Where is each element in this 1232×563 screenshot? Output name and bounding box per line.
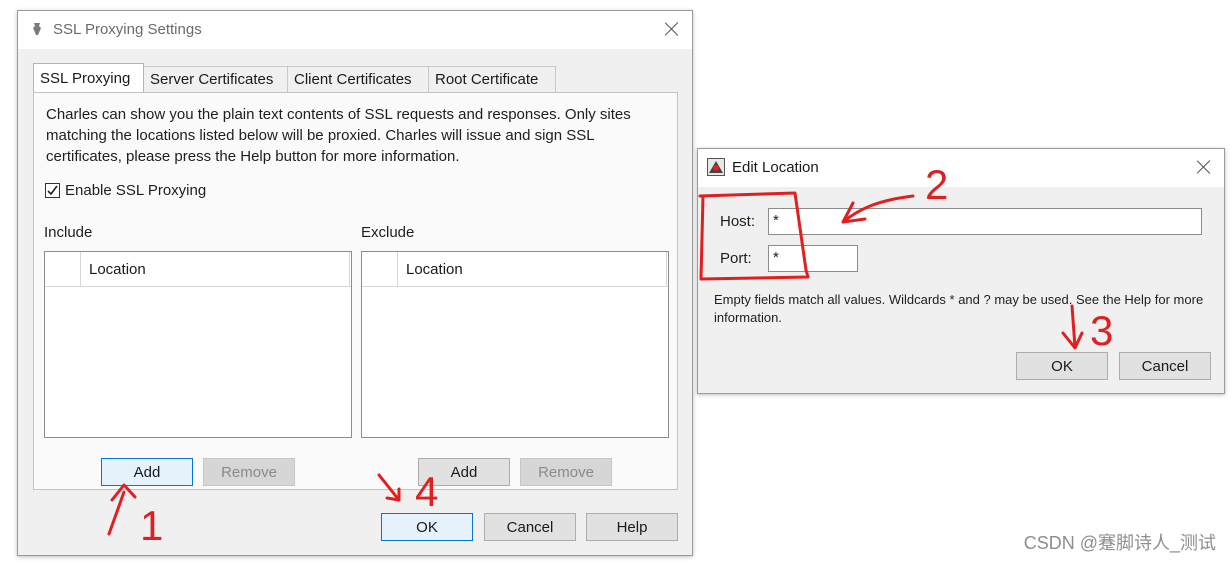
exclude-location-column[interactable]: Location	[406, 261, 463, 278]
host-input[interactable]: *	[768, 208, 1202, 235]
tab-root-certificate[interactable]: Root Certificate	[428, 66, 556, 92]
exclude-table-header: Location	[362, 252, 668, 287]
ssl-proxying-panel: Charles can show you the plain text cont…	[33, 92, 678, 490]
window-title: SSL Proxying Settings	[53, 21, 202, 38]
include-table-header: Location	[45, 252, 351, 287]
ssl-proxying-settings-window: SSL Proxying Settings SSL Proxying Serve…	[17, 10, 693, 556]
help-button[interactable]: Help	[586, 513, 678, 541]
cancel-button[interactable]: Cancel	[484, 513, 576, 541]
exclude-add-button[interactable]: Add	[418, 458, 510, 486]
description-text: Charles can show you the plain text cont…	[46, 106, 631, 165]
exclude-table[interactable]: Location	[361, 251, 669, 438]
include-add-button[interactable]: Add	[101, 458, 193, 486]
enable-ssl-proxying-checkbox[interactable]	[45, 183, 60, 198]
port-input[interactable]: *	[768, 245, 858, 272]
exclude-remove-button[interactable]: Remove	[520, 458, 612, 486]
app-icon	[32, 22, 42, 36]
port-label: Port:	[720, 250, 752, 267]
host-label: Host:	[720, 213, 756, 230]
include-remove-button[interactable]: Remove	[203, 458, 295, 486]
close-icon[interactable]	[663, 20, 681, 38]
include-label: Include	[44, 224, 93, 241]
exclude-label: Exclude	[361, 224, 415, 241]
include-location-column[interactable]: Location	[89, 261, 146, 278]
tab-server-certificates[interactable]: Server Certificates	[143, 66, 288, 92]
tab-client-certificates[interactable]: Client Certificates	[287, 66, 429, 92]
title-bar: SSL Proxying Settings	[18, 11, 692, 49]
cancel-button[interactable]: Cancel	[1119, 352, 1211, 380]
window-title: Edit Location	[732, 159, 819, 176]
ok-button[interactable]: OK	[381, 513, 473, 541]
edit-location-window: Edit Location Host: * Port: * Empty fiel…	[697, 148, 1225, 394]
watermark: CSDN @蹇脚诗人_测试	[1023, 533, 1216, 553]
title-bar: Edit Location	[698, 149, 1224, 187]
exclude-checkbox-column	[362, 252, 398, 286]
tab-ssl-proxying[interactable]: SSL Proxying	[33, 63, 144, 92]
hint-text: Empty fields match all values. Wildcards…	[714, 292, 1204, 325]
column-divider	[666, 252, 667, 286]
close-icon[interactable]	[1195, 158, 1213, 176]
ok-button[interactable]: OK	[1016, 352, 1108, 380]
column-divider	[349, 252, 350, 286]
enable-ssl-proxying-label[interactable]: Enable SSL Proxying	[65, 182, 206, 199]
tab-strip: SSL Proxying Server Certificates Client …	[33, 63, 673, 93]
include-checkbox-column	[45, 252, 81, 286]
app-icon	[707, 158, 725, 176]
include-table[interactable]: Location	[44, 251, 352, 438]
